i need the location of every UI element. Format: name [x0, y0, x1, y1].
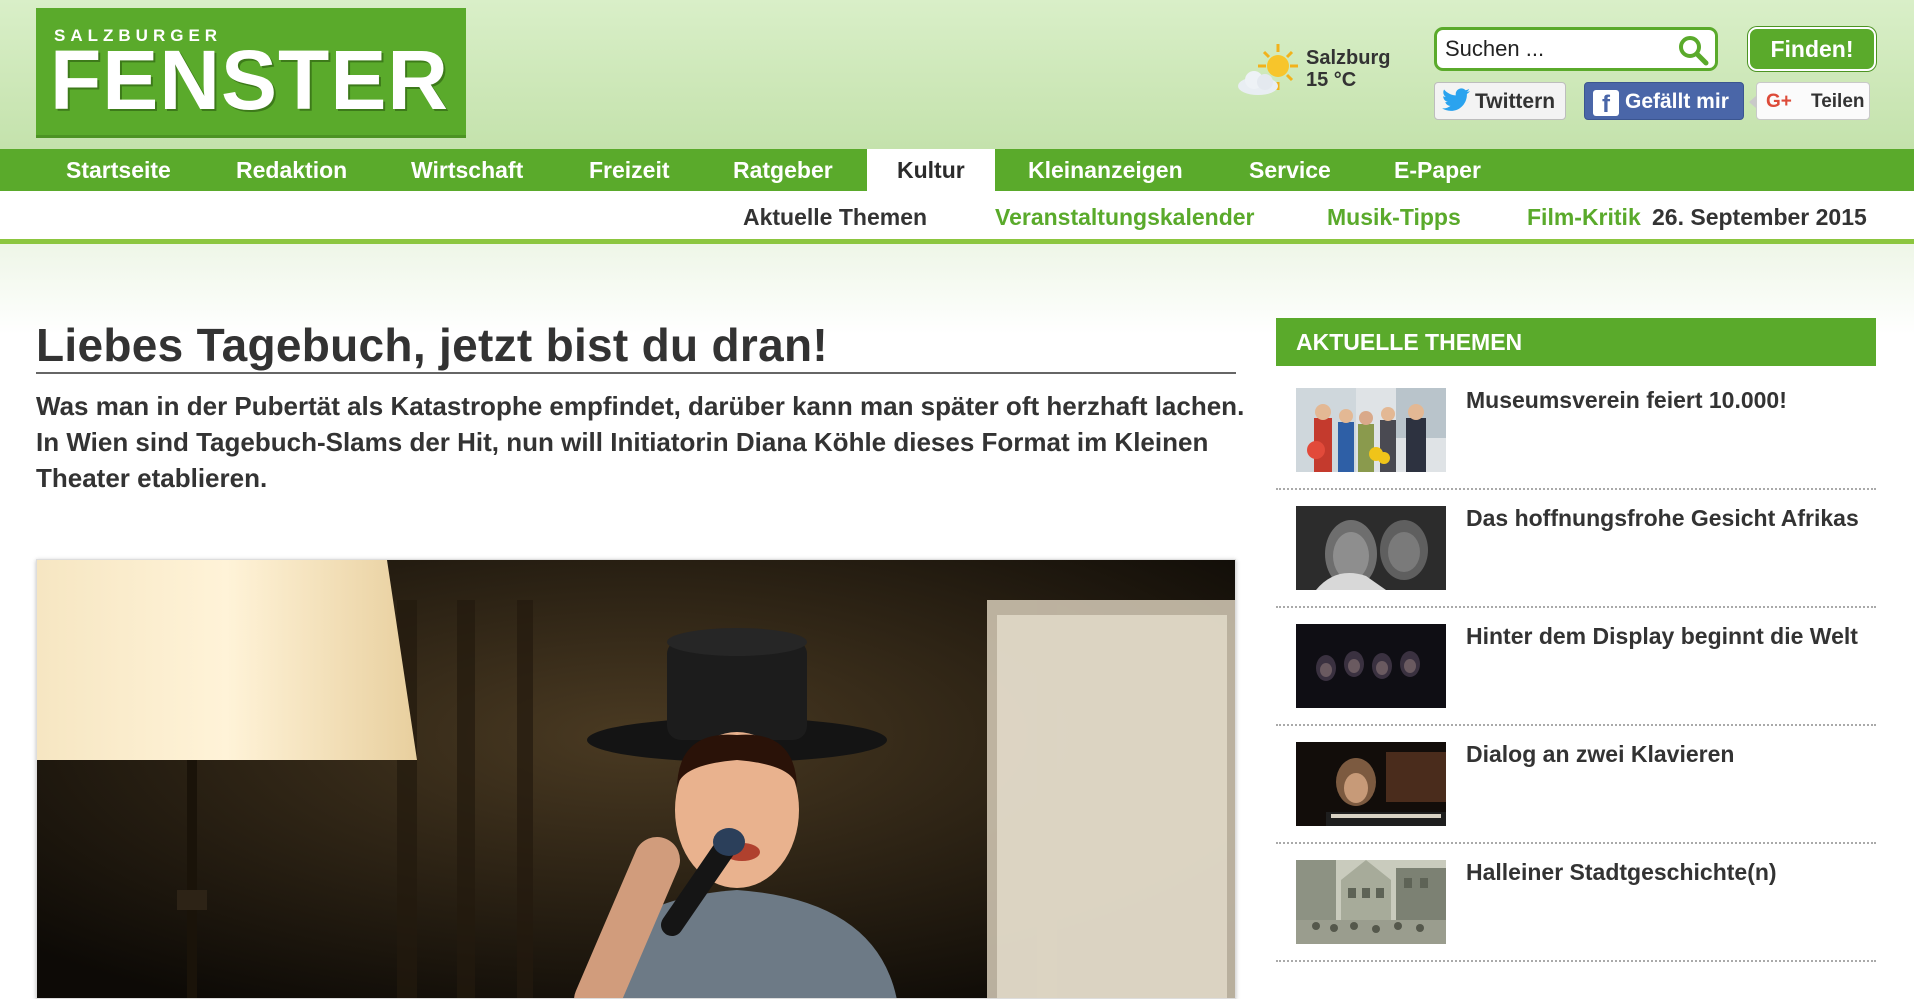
- sidebar-item-klaviere[interactable]: Dialog an zwei Klavieren: [1276, 726, 1876, 844]
- nav-service[interactable]: Service: [1219, 149, 1361, 191]
- nav-startseite[interactable]: Startseite: [36, 149, 201, 191]
- subnav-veranstaltungskalender[interactable]: Veranstaltungskalender: [995, 204, 1255, 231]
- search-icon[interactable]: [1677, 34, 1709, 66]
- sidebar-thumbnail[interactable]: [1296, 388, 1446, 472]
- nav-epaper[interactable]: E-Paper: [1364, 149, 1511, 191]
- gplus-label: Teilen: [1811, 91, 1865, 112]
- sidebar-item-display[interactable]: Hinter dem Display beginnt die Welt: [1276, 608, 1876, 726]
- nav-kultur[interactable]: Kultur: [867, 149, 995, 191]
- sun-cloud-icon: [1238, 44, 1298, 95]
- twitter-label: Twittern: [1475, 90, 1556, 113]
- sidebar-thumbnail[interactable]: [1296, 860, 1446, 944]
- sidebar-item-museumsverein[interactable]: Museumsverein feiert 10.000!: [1276, 372, 1876, 490]
- weather-widget: Salzburg 15 °C: [1236, 40, 1416, 100]
- nav-wirtschaft[interactable]: Wirtschaft: [381, 149, 553, 191]
- gplus-pointer: [1749, 96, 1756, 108]
- weather-temperature: 15 °C: [1306, 69, 1357, 91]
- nav-kleinanzeigen[interactable]: Kleinanzeigen: [998, 149, 1213, 191]
- sidebar-thumbnail[interactable]: [1296, 624, 1446, 708]
- gplus-icon: G+: [1766, 91, 1792, 112]
- nav-freizeit[interactable]: Freizeit: [559, 149, 700, 191]
- search-input[interactable]: [1445, 34, 1675, 64]
- subnav-film-kritik[interactable]: Film-Kritik: [1527, 204, 1641, 231]
- subnav-aktuelle-themen[interactable]: Aktuelle Themen: [743, 204, 927, 231]
- twitter-icon: [1442, 88, 1470, 111]
- sidebar-item-title[interactable]: Halleiner Stadtgeschichte(n): [1466, 857, 1866, 887]
- nav-redaktion[interactable]: Redaktion: [206, 149, 377, 191]
- sidebar-item-title[interactable]: Das hoffnungsfrohe Gesicht Afrikas: [1466, 503, 1866, 533]
- sidebar-item-hallein[interactable]: Halleiner Stadtgeschichte(n): [1276, 844, 1876, 962]
- nav-ratgeber[interactable]: Ratgeber: [703, 149, 863, 191]
- gplus-share-button[interactable]: G+ Teilen: [1756, 82, 1870, 120]
- sidebar-heading: AKTUELLE THEMEN: [1276, 318, 1876, 366]
- facebook-like-button[interactable]: f Gefällt mir: [1584, 82, 1744, 120]
- site-header: SALZBURGER FENSTER Salzburg 15 °C Finden…: [0, 0, 1914, 149]
- sidebar-item-title[interactable]: Dialog an zwei Klavieren: [1466, 739, 1866, 769]
- sidebar-item-title[interactable]: Museumsverein feiert 10.000!: [1466, 385, 1866, 415]
- twitter-share-button[interactable]: Twittern: [1434, 82, 1566, 120]
- article-lead: Was man in der Pubertät als Katastrophe …: [36, 391, 1245, 493]
- main-navigation: Startseite Redaktion Wirtschaft Freizeit…: [0, 149, 1914, 191]
- sidebar-item-title[interactable]: Hinter dem Display beginnt die Welt: [1466, 621, 1866, 651]
- sidebar-thumbnail[interactable]: [1296, 742, 1446, 826]
- search-button[interactable]: Finden!: [1748, 27, 1876, 71]
- sub-navigation: Aktuelle Themen Veranstaltungskalender M…: [0, 191, 1914, 244]
- site-logo[interactable]: SALZBURGER FENSTER: [36, 8, 466, 138]
- sidebar-item-afrika[interactable]: Das hoffnungsfrohe Gesicht Afrikas: [1276, 490, 1876, 608]
- logo-title: FENSTER: [50, 33, 450, 127]
- article-photo-image: [37, 560, 1235, 998]
- facebook-label: Gefällt mir: [1625, 90, 1729, 113]
- sidebar-thumbnail[interactable]: [1296, 506, 1446, 590]
- facebook-icon: f: [1593, 90, 1619, 116]
- article-headline: Liebes Tagebuch, jetzt bist du dran!: [36, 318, 1236, 374]
- subnav-musik-tipps[interactable]: Musik-Tipps: [1327, 204, 1461, 231]
- current-date: 26. September 2015: [1652, 204, 1867, 230]
- search-box: [1434, 27, 1718, 71]
- weather-city: Salzburg: [1306, 47, 1391, 69]
- article-photo[interactable]: [36, 559, 1236, 999]
